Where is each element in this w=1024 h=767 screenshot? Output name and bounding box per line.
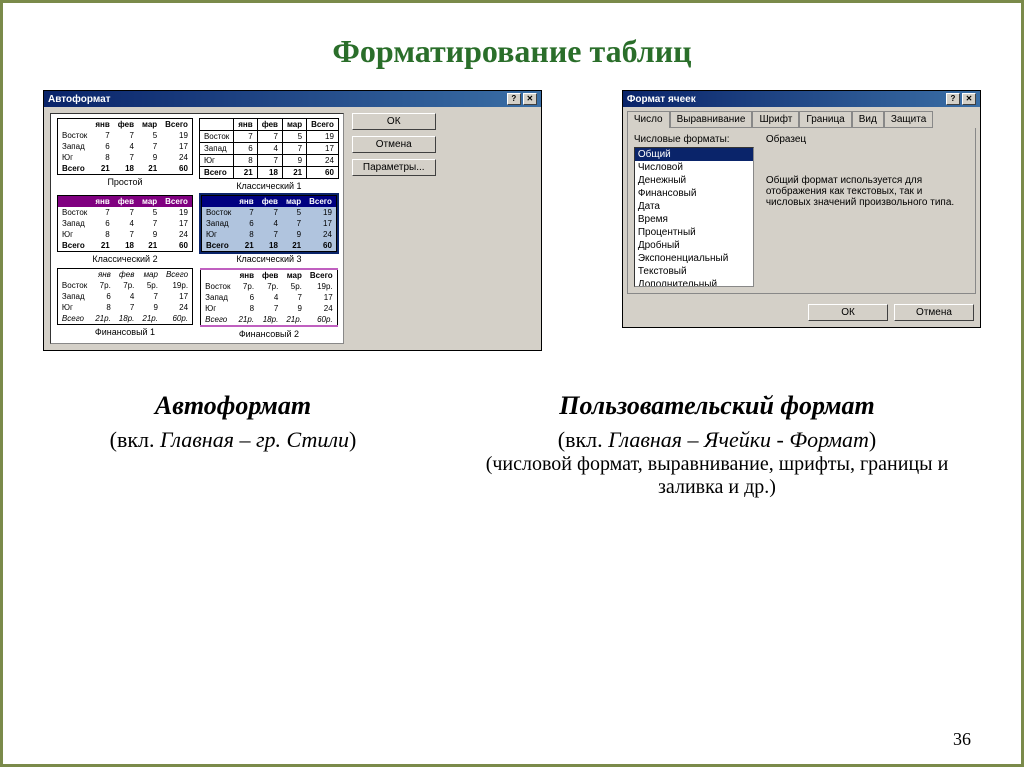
tab-alignment[interactable]: Выравнивание: [670, 111, 753, 128]
preview-label: Финансовый 1: [95, 327, 155, 337]
dialog2-buttons: ОК Отмена: [623, 298, 980, 327]
options-button[interactable]: Параметры...: [352, 159, 436, 176]
list-item[interactable]: Общий: [635, 148, 753, 161]
dialog1-buttons: ОК Отмена Параметры...: [352, 113, 436, 344]
list-item[interactable]: Дата: [635, 200, 753, 213]
titlebar-controls: ? ✕: [946, 93, 976, 105]
tab-border[interactable]: Граница: [799, 111, 851, 128]
caption-autoformat: Автоформат (вкл. Главная – гр. Стили): [43, 391, 423, 499]
dialog1-titlebar: Автоформат ? ✕: [44, 91, 541, 107]
tab-view[interactable]: Вид: [852, 111, 884, 128]
format-previews: янвфевмарВсего Восток77519 Запад64717 Юг…: [50, 113, 344, 344]
titlebar-controls: ? ✕: [507, 93, 537, 105]
tab-protection[interactable]: Защита: [884, 111, 933, 128]
format-description: Общий формат используется для отображени…: [766, 175, 966, 208]
page-number: 36: [953, 729, 971, 750]
dialog2-titlebar: Формат ячеек ? ✕: [623, 91, 980, 107]
caption-right-title: Пользовательский формат: [453, 391, 981, 421]
preview-label: Классический 1: [236, 181, 301, 191]
cancel-button[interactable]: Отмена: [352, 136, 436, 153]
list-item[interactable]: Финансовый: [635, 187, 753, 200]
ok-button[interactable]: ОК: [808, 304, 888, 321]
sample-label: Образец: [766, 134, 969, 145]
preview-simple[interactable]: янвфевмарВсего Восток77519 Запад64717 Юг…: [55, 118, 195, 191]
tab-number[interactable]: Число: [627, 111, 670, 128]
formats-label: Числовые форматы:: [634, 134, 754, 145]
screenshot-row: Автоформат ? ✕ янвфевмарВсего Восток7751…: [43, 90, 981, 351]
formats-listbox[interactable]: Общий Числовой Денежный Финансовый Дата …: [634, 147, 754, 287]
list-item[interactable]: Процентный: [635, 226, 753, 239]
ok-button[interactable]: ОК: [352, 113, 436, 130]
preview-classic3[interactable]: янвфевмарВсего Восток77519 Запад64717 Юг…: [199, 195, 339, 264]
preview-classic2[interactable]: янвфевмарВсего Восток77519 Запад64717 Юг…: [55, 195, 195, 264]
help-icon[interactable]: ?: [507, 93, 521, 105]
tab-panel: Числовые форматы: Общий Числовой Денежны…: [627, 128, 976, 294]
close-icon[interactable]: ✕: [523, 93, 537, 105]
list-item[interactable]: Денежный: [635, 174, 753, 187]
autoformat-dialog: Автоформат ? ✕ янвфевмарВсего Восток7751…: [43, 90, 542, 351]
cancel-button[interactable]: Отмена: [894, 304, 974, 321]
list-item[interactable]: Дробный: [635, 239, 753, 252]
tabs: Число Выравнивание Шрифт Граница Вид Защ…: [627, 111, 976, 128]
captions: Автоформат (вкл. Главная – гр. Стили) По…: [43, 391, 981, 499]
close-icon[interactable]: ✕: [962, 93, 976, 105]
dialog1-title: Автоформат: [48, 94, 111, 105]
preview-label: Классический 3: [236, 254, 301, 264]
list-item[interactable]: Числовой: [635, 161, 753, 174]
cellformat-dialog: Формат ячеек ? ✕ Число Выравнивание Шриф…: [622, 90, 981, 328]
preview-financial1[interactable]: янвфевмарВсего Восток7р.7р.5р.19р. Запад…: [55, 268, 195, 339]
list-item[interactable]: Дополнительный: [635, 278, 753, 287]
caption-right-sub: (вкл. Главная – Ячейки - Формат): [453, 427, 981, 453]
caption-left-sub: (вкл. Главная – гр. Стили): [43, 427, 423, 453]
preview-label: Финансовый 2: [239, 329, 299, 339]
slide-title: Форматирование таблиц: [43, 33, 981, 70]
tab-font[interactable]: Шрифт: [752, 111, 799, 128]
preview-classic1[interactable]: янвфевмарВсего Восток77519 Запад64717 Юг…: [199, 118, 339, 191]
preview-financial2[interactable]: янвфевмарВсего Восток7р.7р.5р.19р. Запад…: [199, 268, 339, 339]
dialog2-title: Формат ячеек: [627, 94, 696, 105]
list-item[interactable]: Текстовый: [635, 265, 753, 278]
caption-right-detail: (числовой формат, выравнивание, шрифты, …: [453, 453, 981, 499]
list-item[interactable]: Экспоненциальный: [635, 252, 753, 265]
list-item[interactable]: Время: [635, 213, 753, 226]
caption-userformat: Пользовательский формат (вкл. Главная – …: [453, 391, 981, 499]
help-icon[interactable]: ?: [946, 93, 960, 105]
preview-label: Простой: [107, 177, 142, 187]
preview-label: Классический 2: [92, 254, 157, 264]
caption-left-title: Автоформат: [43, 391, 423, 421]
